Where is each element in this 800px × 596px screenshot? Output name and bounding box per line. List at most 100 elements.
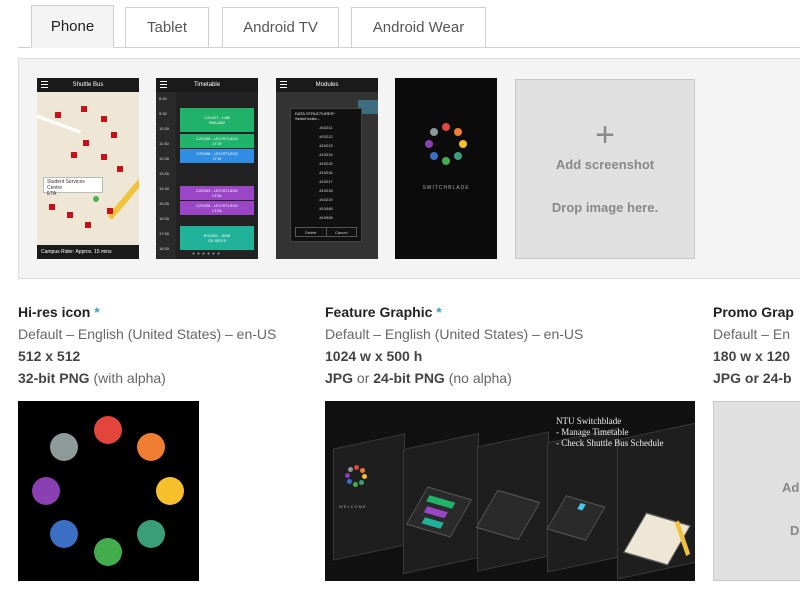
dialog-item: #10218 xyxy=(319,188,333,193)
app-bar: Modules xyxy=(276,78,378,92)
logo-dot xyxy=(156,477,184,505)
cancel-button: Cancel xyxy=(325,228,357,236)
dimension-text: 180 w x 120 xyxy=(713,348,791,364)
logo-dot xyxy=(425,140,433,148)
brand-text: SWITCHBLADE xyxy=(422,185,470,191)
screenshot-shuttle-bus[interactable]: Shuttle Bus Student Services Centre ETA C… xyxy=(37,78,139,259)
timetable-block xyxy=(421,517,444,529)
add-screenshot-label: Add screenshot xyxy=(555,157,655,172)
format-text: JPG xyxy=(325,370,354,386)
bus-stop-marker xyxy=(71,152,77,158)
bus-stop-marker xyxy=(81,106,87,112)
promo-graphic-dropzone[interactable]: Ad D xyxy=(713,401,800,581)
bus-stop-marker xyxy=(55,112,61,118)
time-label: 16:30 xyxy=(159,216,170,221)
time-label: 8:30 xyxy=(159,96,167,101)
locale-text: Default – En xyxy=(713,326,791,342)
hires-icon-image[interactable] xyxy=(18,401,199,581)
logo-dot xyxy=(345,473,350,478)
dialog-item: #10217 xyxy=(319,179,333,184)
bus-stop-marker xyxy=(101,116,107,122)
map-view: Student Services Centre ETA xyxy=(37,92,139,245)
logo-dot xyxy=(354,465,359,470)
timetable-event: CZ1006 - LEC/STUDIO LT2A xyxy=(180,201,254,215)
delete-button: Delete xyxy=(304,229,317,235)
tab-phone[interactable]: Phone xyxy=(31,5,114,48)
app-title: Timetable xyxy=(193,82,221,88)
logo-dot xyxy=(348,467,353,472)
feature-title: NTU Switchblade xyxy=(556,416,622,426)
dialog-item: #10212 xyxy=(319,134,333,139)
highlight-block xyxy=(577,503,586,511)
hires-icon-title: Hi-res icon xyxy=(18,304,91,320)
callout-title: Student Services Centre xyxy=(47,179,85,191)
dialog-item: #10219 xyxy=(319,197,333,202)
logo-dot xyxy=(454,128,462,136)
dialog-item: #10216 xyxy=(319,170,333,175)
tab-android-wear[interactable]: Android Wear xyxy=(351,7,486,48)
feature-graphic-image[interactable]: WELCOME NTU Switchblade - Manage Timetab… xyxy=(325,401,695,581)
dialog-item: #10448 xyxy=(319,206,333,211)
hires-icon-info: Hi-res icon * Default – English (United … xyxy=(18,301,276,389)
dimension-text: 512 x 512 xyxy=(18,348,81,364)
logo-dot xyxy=(50,433,78,461)
logo-dot xyxy=(430,152,438,160)
welcome-text: WELCOME xyxy=(339,504,367,509)
app-title: Shuttle Bus xyxy=(72,82,104,88)
timetable-block xyxy=(423,506,448,519)
screenshot-timetable[interactable]: Timetable 8:30 9:30 10:30 11:30 12:30 13… xyxy=(156,78,258,259)
timetable-event: PH1001 - SEM SS-SR3.5 xyxy=(180,226,254,250)
promo-graphic-info: Promo Grap Default – En 180 w x 120 JPG … xyxy=(713,301,794,389)
format-or: or xyxy=(356,370,370,386)
required-mark: * xyxy=(94,304,100,320)
bus-stop-marker xyxy=(101,154,107,160)
bus-stop-marker xyxy=(83,140,89,146)
screenshot-splash[interactable]: SWITCHBLADE xyxy=(395,78,497,259)
required-mark: * xyxy=(436,304,442,320)
dialog-item: #10214 xyxy=(319,152,333,157)
logo-dot xyxy=(50,520,78,548)
tab-tablet[interactable]: Tablet xyxy=(125,7,209,48)
format-note: (with alpha) xyxy=(93,370,166,386)
dialog-item: #10213 xyxy=(319,143,333,148)
menu-icon xyxy=(280,81,287,88)
logo-dot xyxy=(94,416,122,444)
bus-stop-marker xyxy=(111,132,117,138)
logo-dot xyxy=(137,520,165,548)
page-dots: ●●●●●● xyxy=(191,251,223,257)
feature-line: - Check Shuttle Bus Schedule xyxy=(556,438,664,448)
logo-dot xyxy=(94,538,122,566)
time-label: 14:30 xyxy=(159,186,170,191)
dialog-buttons: Delete Cancel xyxy=(295,227,357,237)
add-screenshot-dropzone[interactable]: + Add screenshot Drop image here. xyxy=(515,79,695,259)
time-label: 10:30 xyxy=(159,126,170,131)
logo-dot xyxy=(359,480,364,485)
app-bar: Timetable xyxy=(156,78,258,92)
menu-icon xyxy=(41,81,48,88)
callout-subtitle: ETA xyxy=(47,191,57,197)
app-title: Modules xyxy=(315,82,339,88)
time-label: 15:30 xyxy=(159,201,170,206)
logo-dot xyxy=(32,477,60,505)
feature-panel xyxy=(333,433,405,561)
time-label: 11:30 xyxy=(159,141,169,146)
logo-dot xyxy=(442,157,450,165)
switchblade-logo xyxy=(425,123,467,165)
locale-text: Default – English (United States) – en-U… xyxy=(325,326,584,342)
bus-stop-marker xyxy=(85,222,91,228)
drop-label: D xyxy=(790,523,800,538)
dialog-item: #10215 xyxy=(319,161,333,166)
tab-android-tv[interactable]: Android TV xyxy=(222,7,339,48)
select-index-dialog: DATA STRUCTURES* Select index... #10211 #… xyxy=(290,108,362,242)
format-text: JPG or 24-b xyxy=(713,370,792,386)
screenshot-modules[interactable]: Modules DATA STRUCTURES* Select index... … xyxy=(276,78,378,259)
timetable-event: CZ2003 - LEC/STUDIO LT2A xyxy=(180,186,254,200)
feature-text: NTU Switchblade - Manage Timetable - Che… xyxy=(556,416,664,449)
device-tabs: Phone Tablet Android TV Android Wear xyxy=(0,0,800,49)
time-label: 17:30 xyxy=(159,231,170,236)
logo-dot xyxy=(430,128,438,136)
stop-callout: Student Services Centre ETA xyxy=(43,177,103,197)
drop-image-label: Drop image here. xyxy=(551,200,659,215)
logo-dot xyxy=(362,474,367,479)
logo-dot xyxy=(353,482,358,487)
